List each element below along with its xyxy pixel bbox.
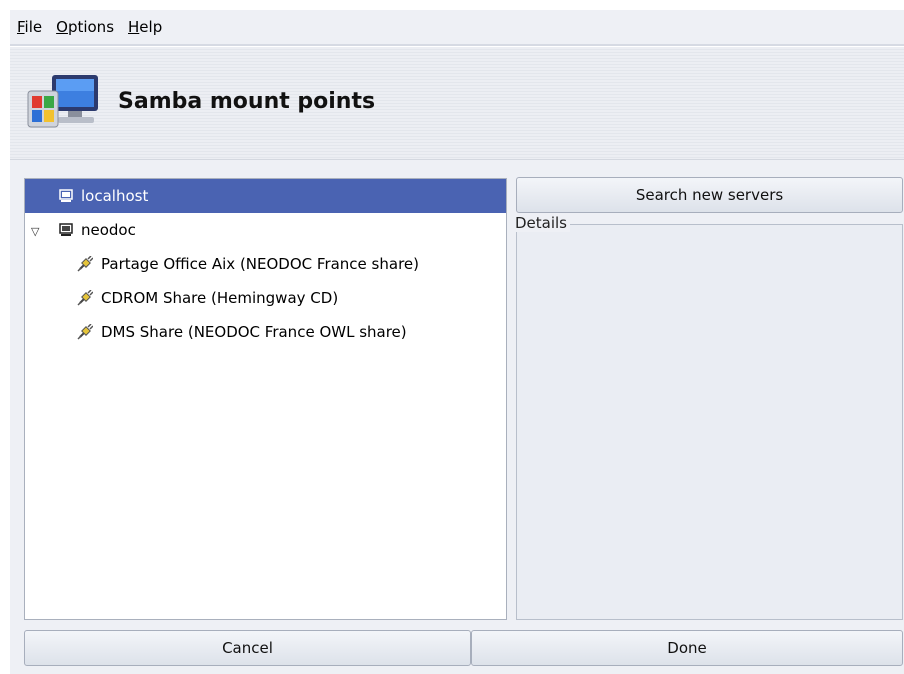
share-plug-icon: [77, 256, 93, 272]
computer-icon: [59, 223, 73, 236]
menu-help[interactable]: Help: [121, 18, 169, 36]
menubar: File Options Help: [10, 10, 904, 44]
menu-options[interactable]: Options: [49, 18, 121, 36]
details-panel: [516, 224, 903, 620]
tree-item-share[interactable]: Partage Office Aix (NEODOC France share): [25, 247, 506, 281]
server-tree[interactable]: localhost ▽ neodoc Partage Office Aix (N…: [24, 178, 507, 620]
search-new-servers-button[interactable]: Search new servers: [516, 177, 903, 213]
menu-file[interactable]: File: [10, 18, 49, 36]
tree-item-label: DMS Share (NEODOC France OWL share): [101, 323, 407, 341]
computer-icon: [59, 189, 73, 202]
done-button[interactable]: Done: [471, 630, 903, 666]
tree-item-localhost[interactable]: localhost: [25, 179, 506, 213]
tree-item-share[interactable]: CDROM Share (Hemingway CD): [25, 281, 506, 315]
expand-arrow-icon[interactable]: ▽: [31, 225, 39, 238]
share-plug-icon: [77, 290, 93, 306]
header-banner: Samba mount points: [10, 47, 904, 160]
share-plug-icon: [77, 324, 93, 340]
page-title: Samba mount points: [118, 89, 376, 114]
tree-item-share[interactable]: DMS Share (NEODOC France OWL share): [25, 315, 506, 349]
tree-item-label: CDROM Share (Hemingway CD): [101, 289, 339, 307]
tree-item-label: neodoc: [81, 221, 136, 239]
tree-item-label: localhost: [81, 187, 149, 205]
tree-item-neodoc[interactable]: ▽ neodoc: [25, 213, 506, 247]
details-label: Details: [515, 214, 571, 232]
network-computer-icon: [27, 75, 98, 128]
tree-item-label: Partage Office Aix (NEODOC France share): [101, 255, 419, 273]
cancel-button[interactable]: Cancel: [24, 630, 471, 666]
samba-window: File Options Help Samba mount points loc…: [10, 10, 904, 674]
